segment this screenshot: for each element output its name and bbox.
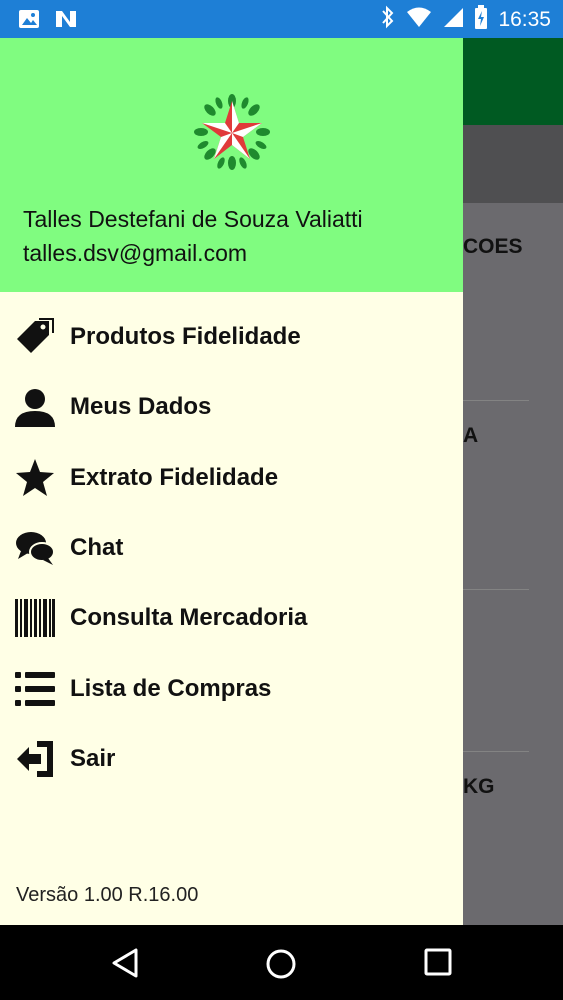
system-navigation-bar: [0, 925, 563, 1000]
drawer-header: Talles Destefani de Souza Valiatti talle…: [0, 38, 463, 292]
star-icon: [15, 458, 55, 498]
logo-star-icon: [193, 93, 271, 171]
menu-item-chat[interactable]: Chat: [0, 513, 463, 583]
sign-out-icon: [15, 739, 55, 779]
menu-item-label: Lista de Compras: [70, 674, 272, 702]
menu-item-label: Sair: [70, 744, 116, 772]
background-text-fragment: A: [463, 424, 479, 447]
navigation-drawer: Talles Destefani de Souza Valiatti talle…: [0, 38, 463, 925]
menu-item-label: Chat: [70, 534, 124, 562]
barcode-icon: [15, 598, 55, 638]
menu-item-consulta-mercadoria[interactable]: Consulta Mercadoria: [0, 583, 463, 653]
menu-item-meus-dados[interactable]: Meus Dados: [0, 372, 463, 442]
menu-item-label: Consulta Mercadoria: [70, 604, 308, 632]
menu-item-extrato-fidelidade[interactable]: Extrato Fidelidade: [0, 443, 463, 513]
menu-item-label: Produtos Fidelidade: [70, 323, 301, 351]
recents-icon[interactable]: [423, 947, 453, 982]
menu-item-label: Extrato Fidelidade: [70, 463, 279, 491]
signal-icon: [442, 6, 464, 33]
tags-icon: [15, 317, 55, 357]
status-bar: 16:35: [0, 0, 563, 38]
image-icon: [18, 8, 40, 35]
background-divider: [463, 589, 529, 590]
chat-icon: [15, 528, 55, 568]
app-version: Versão 1.00 R.16.00: [16, 884, 199, 906]
menu-item-produtos-fidelidade[interactable]: Produtos Fidelidade: [0, 302, 463, 372]
background-divider: [463, 751, 529, 752]
menu-item-label: Meus Dados: [70, 393, 212, 421]
bluetooth-icon: [380, 5, 396, 34]
home-icon[interactable]: [264, 947, 298, 986]
menu-item-sair[interactable]: Sair: [0, 724, 463, 794]
wifi-icon: [406, 6, 432, 33]
back-icon[interactable]: [110, 947, 142, 984]
background-divider: [463, 400, 529, 401]
user-name: Talles Destefani de Souza Valiatti: [23, 206, 363, 232]
clock: 16:35: [498, 7, 551, 31]
list-icon: [15, 669, 55, 709]
user-email: talles.dsv@gmail.com: [23, 240, 248, 266]
user-icon: [15, 387, 55, 428]
drawer-menu: Produtos Fidelidade Meus Dados Extrato F…: [0, 302, 463, 794]
background-text-fragment: COES: [463, 235, 523, 258]
menu-item-lista-de-compras[interactable]: Lista de Compras: [0, 653, 463, 723]
battery-icon: [474, 5, 488, 34]
notification-n-icon: [54, 8, 78, 35]
background-text-fragment: KG: [463, 775, 495, 798]
